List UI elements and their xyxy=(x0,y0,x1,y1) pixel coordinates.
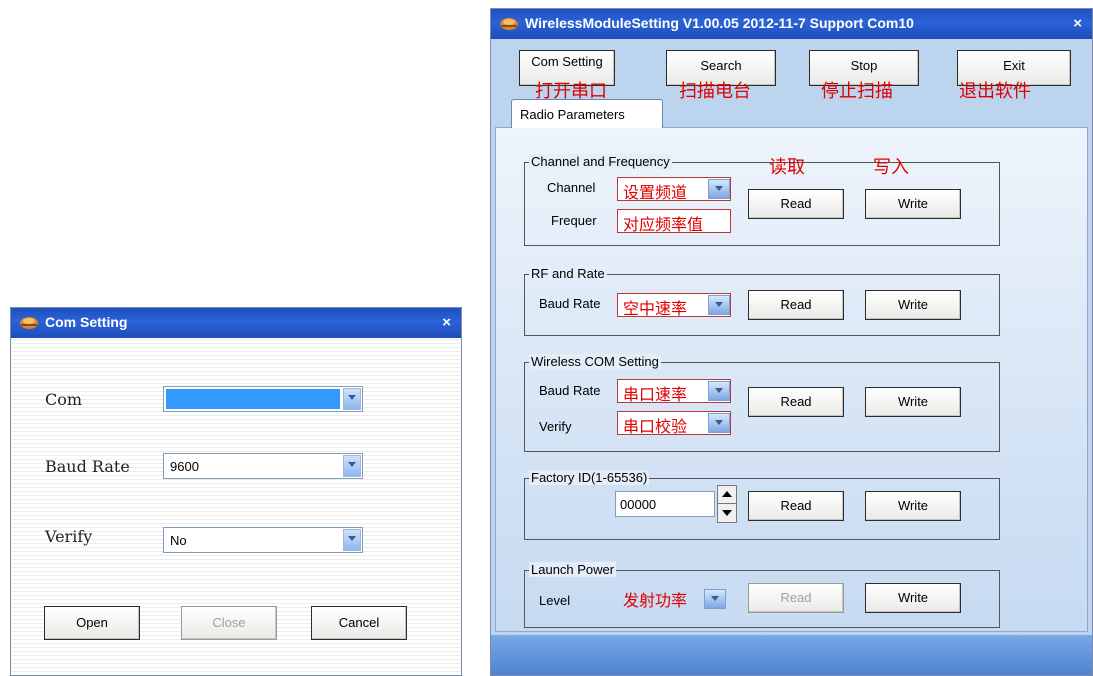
frequency-value: 对应频率值 xyxy=(623,215,704,234)
write-note: 写入 xyxy=(873,157,909,178)
main-window-title: WirelessModuleSetting V1.00.05 2012-11-7… xyxy=(525,15,914,31)
wcom-read-button[interactable]: Read xyxy=(748,387,844,417)
chevron-down-icon[interactable] xyxy=(708,413,730,433)
stop-note: 停止扫描 xyxy=(821,81,893,102)
exit-button-label: Exit xyxy=(1003,58,1025,73)
read-note: 读取 xyxy=(769,157,805,178)
baud-rate-value: 9600 xyxy=(170,459,199,474)
verify-value: No xyxy=(170,533,187,548)
channel-write-button[interactable]: Write xyxy=(865,189,961,219)
group-title: Factory ID(1-65536) xyxy=(529,470,650,485)
baud-rate-select[interactable]: 9600 xyxy=(163,453,363,479)
channel-read-button[interactable]: Read xyxy=(748,189,844,219)
spin-down-icon[interactable] xyxy=(722,510,732,516)
com-setting-dialog: Com Setting × Com Baud Rate 9600 Verify … xyxy=(10,307,462,676)
factory-id-spinner[interactable] xyxy=(717,485,737,523)
channel-label: Channel xyxy=(547,180,596,195)
level-label: Level xyxy=(539,593,571,608)
wireless-module-window: WirelessModuleSetting V1.00.05 2012-11-7… xyxy=(490,8,1093,676)
launch-power-group: Launch Power Level 发射功率 Read Write xyxy=(524,562,1000,628)
factory-id-value: 00000 xyxy=(620,497,657,512)
search-note: 扫描电台 xyxy=(679,81,751,102)
com-select[interactable] xyxy=(163,386,363,412)
status-bar xyxy=(491,635,1092,675)
spinner-divider xyxy=(718,503,736,504)
com-dialog-title: Com Setting xyxy=(45,314,128,330)
app-icon xyxy=(20,317,38,329)
tab-label: Radio Parameters xyxy=(520,107,625,122)
chevron-down-icon[interactable] xyxy=(343,529,361,551)
factory-write-button[interactable]: Write xyxy=(865,491,961,521)
wcom-baud-rate-select[interactable]: 串口速率 xyxy=(617,379,731,404)
wcom-baud-rate-label: Baud Rate xyxy=(539,383,601,398)
frequency-label: Frequer xyxy=(551,213,597,228)
com-setting-button-label: Com Setting xyxy=(531,54,603,69)
channel-select[interactable]: 设置频道 xyxy=(617,177,731,202)
level-value: 发射功率 xyxy=(623,591,688,610)
tab-radio-parameters[interactable]: Radio Parameters xyxy=(511,99,663,128)
chevron-down-icon[interactable] xyxy=(708,295,730,315)
baud-rate-label: Baud Rate xyxy=(45,457,130,476)
channel-frequency-group: Channel and Frequency 读取 写入 Channel 设置频道… xyxy=(524,154,1000,246)
factory-read-button[interactable]: Read xyxy=(748,491,844,521)
group-title: Launch Power xyxy=(529,562,617,577)
com-select-highlight xyxy=(166,389,340,409)
rf-write-button[interactable]: Write xyxy=(865,290,961,320)
chevron-down-icon[interactable] xyxy=(708,179,730,199)
radio-parameters-panel: Channel and Frequency 读取 写入 Channel 设置频道… xyxy=(495,127,1088,632)
rf-baud-rate-select[interactable]: 空中速率 xyxy=(617,293,731,318)
chevron-down-icon[interactable] xyxy=(704,589,726,609)
chevron-down-icon[interactable] xyxy=(708,381,730,401)
chevron-down-icon[interactable] xyxy=(343,455,361,477)
close-button[interactable]: Close xyxy=(181,606,277,640)
factory-id-input[interactable]: 00000 xyxy=(615,491,715,517)
factory-id-group: Factory ID(1-65536) 00000 Read Write xyxy=(524,470,1000,540)
com-label: Com xyxy=(45,390,83,409)
close-icon[interactable]: × xyxy=(442,314,451,331)
rf-baud-rate-value: 空中速率 xyxy=(623,299,688,318)
verify-select[interactable]: No xyxy=(163,527,363,553)
channel-value: 设置频道 xyxy=(623,183,688,202)
wcom-verify-select[interactable]: 串口校验 xyxy=(617,411,731,436)
open-button[interactable]: Open xyxy=(44,606,140,640)
wcom-verify-label: Verify xyxy=(539,419,572,434)
wcom-baud-rate-value: 串口速率 xyxy=(623,385,688,404)
verify-label: Verify xyxy=(45,527,93,546)
cancel-button[interactable]: Cancel xyxy=(311,606,407,640)
com-dialog-titlebar[interactable]: Com Setting × xyxy=(11,308,461,338)
rf-rate-group: RF and Rate Baud Rate 空中速率 Read Write xyxy=(524,266,1000,336)
power-read-button[interactable]: Read xyxy=(748,583,844,613)
exit-note: 退出软件 xyxy=(959,81,1031,102)
close-icon[interactable]: × xyxy=(1073,15,1082,32)
frequency-field[interactable]: 对应频率值 xyxy=(617,209,731,234)
app-icon xyxy=(500,18,518,30)
wcom-verify-value: 串口校验 xyxy=(623,417,688,436)
power-write-button[interactable]: Write xyxy=(865,583,961,613)
chevron-down-icon[interactable] xyxy=(343,388,361,410)
spin-up-icon[interactable] xyxy=(722,491,732,497)
rf-read-button[interactable]: Read xyxy=(748,290,844,320)
wireless-com-group: Wireless COM Setting Baud Rate 串口速率 Veri… xyxy=(524,354,1000,452)
group-title: Channel and Frequency xyxy=(529,154,672,169)
group-title: Wireless COM Setting xyxy=(529,354,661,369)
wcom-write-button[interactable]: Write xyxy=(865,387,961,417)
level-select[interactable]: 发射功率 xyxy=(617,585,727,611)
main-titlebar[interactable]: WirelessModuleSetting V1.00.05 2012-11-7… xyxy=(491,9,1092,39)
search-button-label: Search xyxy=(700,58,742,73)
stop-button-label: Stop xyxy=(850,58,878,73)
group-title: RF and Rate xyxy=(529,266,607,281)
rf-baud-rate-label: Baud Rate xyxy=(539,296,601,311)
